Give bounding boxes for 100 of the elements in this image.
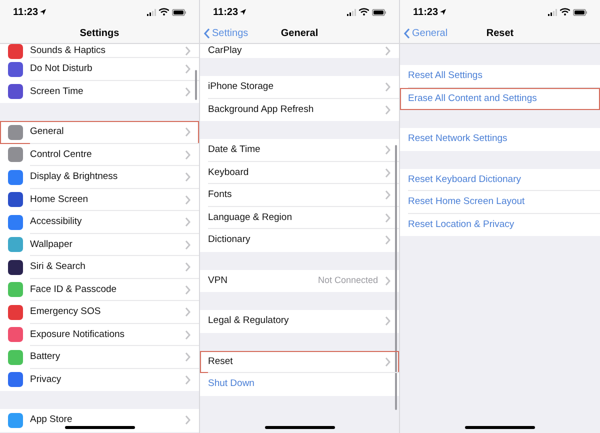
home-indicator	[265, 426, 335, 429]
chevron-icon	[185, 150, 191, 160]
action-row[interactable]: Reset All Settings	[400, 65, 600, 88]
chevron-icon	[185, 172, 191, 182]
settings-row[interactable]: Legal & Regulatory	[200, 310, 399, 332]
battery-icon	[172, 8, 186, 16]
settings-row[interactable]: Sounds & Haptics	[0, 44, 199, 58]
row-label: Shut Down	[208, 377, 256, 392]
row-label: Reset All Settings	[408, 69, 484, 84]
row-label: General	[30, 125, 65, 140]
chevron-icon	[385, 276, 391, 286]
row-label: Reset Keyboard Dictionary	[408, 172, 522, 187]
settings-row[interactable]: Privacy	[0, 368, 199, 391]
status-time: 11:23	[13, 6, 38, 20]
settings-row[interactable]: Battery	[0, 346, 199, 368]
chevron-icon	[385, 235, 391, 246]
chevron-icon	[385, 46, 391, 56]
chevron-icon	[385, 316, 391, 326]
chevron-icon	[385, 145, 391, 156]
location-arrow-icon	[240, 9, 246, 15]
row-label: Sounds & Haptics	[30, 44, 107, 58]
chevron-icon	[185, 284, 191, 295]
home-indicator	[65, 426, 135, 429]
chevron-icon	[385, 190, 391, 200]
wifi-icon	[359, 8, 369, 16]
row-label: Reset Home Screen Layout	[408, 195, 526, 210]
chevron-icon	[185, 307, 191, 318]
row-label: App Store	[30, 413, 74, 428]
row-label: Display & Brightness	[30, 170, 119, 184]
row-label: Siri & Search	[30, 260, 86, 274]
row-label: Keyboard	[208, 166, 250, 180]
settings-row[interactable]: Background App Refresh	[200, 98, 399, 121]
settings-row[interactable]: General	[0, 121, 199, 144]
row-label: Screen Time	[30, 84, 84, 99]
settings-row[interactable]: Siri & Search	[0, 256, 199, 278]
action-row[interactable]: Erase All Content and Settings	[400, 88, 600, 110]
settings-row[interactable]: Control Centre	[0, 144, 199, 166]
settings-row[interactable]: Date & Time	[200, 139, 399, 162]
settings-row[interactable]: Wallpaper	[0, 234, 199, 256]
home-indicator	[465, 426, 535, 429]
chevron-icon	[185, 374, 191, 385]
location-arrow-icon	[40, 9, 46, 15]
settings-row[interactable]: CarPlay	[200, 44, 399, 58]
row-label: Privacy	[30, 372, 62, 387]
chevron-icon	[185, 415, 191, 426]
row-label: Erase All Content and Settings	[408, 92, 538, 106]
row-label: Do Not Disturb	[30, 62, 94, 76]
settings-row[interactable]: Keyboard	[200, 162, 399, 184]
settings-row[interactable]: Display & Brightness	[0, 166, 199, 188]
action-row[interactable]: Reset Location & Privacy	[400, 214, 600, 236]
action-row[interactable]: Reset Network Settings	[400, 128, 600, 150]
back-chevron-icon	[404, 28, 410, 39]
chevron-icon	[185, 64, 191, 74]
settings-row[interactable]: iPhone Storage	[200, 76, 399, 98]
nav-title: Settings	[80, 27, 120, 41]
row-label: Emergency SOS	[30, 305, 102, 320]
settings-row[interactable]: Reset	[200, 350, 399, 373]
signal-icon	[347, 8, 356, 16]
chevron-icon	[185, 240, 191, 250]
settings-row[interactable]: Dictionary	[200, 229, 399, 252]
back-chevron-icon	[204, 28, 210, 39]
chevron-icon	[185, 194, 191, 205]
settings-row[interactable]: Accessibility	[0, 211, 199, 234]
row-label: Dictionary	[208, 233, 252, 248]
settings-row[interactable]: Exposure Notifications	[0, 324, 199, 346]
row-label: iPhone Storage	[208, 80, 274, 94]
row-label: Date & Time	[208, 143, 262, 158]
settings-row[interactable]: Screen Time	[0, 80, 199, 103]
location-arrow-icon	[440, 9, 446, 15]
chevron-icon	[185, 217, 191, 228]
settings-row[interactable]: Emergency SOS	[0, 301, 199, 324]
row-label: CarPlay	[208, 44, 243, 58]
chevron-icon	[385, 168, 391, 178]
chevron-icon	[185, 46, 191, 56]
settings-row[interactable]: VPN Not Connected	[200, 270, 399, 292]
chevron-icon	[185, 86, 191, 97]
row-label: Background App Refresh	[208, 102, 315, 117]
wifi-icon	[159, 8, 169, 16]
signal-icon	[548, 8, 557, 16]
status-time: 11:23	[213, 6, 238, 20]
settings-row[interactable]: Fonts	[200, 184, 399, 206]
action-row[interactable]: Reset Keyboard Dictionary	[400, 168, 600, 191]
row-label: Legal & Regulatory	[208, 314, 290, 328]
row-label: Reset Location & Privacy	[408, 218, 516, 232]
settings-row[interactable]: Face ID & Passcode	[0, 278, 199, 301]
row-label: Reset	[208, 354, 234, 369]
row-label: Exposure Notifications	[30, 328, 126, 342]
signal-icon	[147, 8, 156, 16]
row-label: Home Screen	[30, 192, 90, 207]
chevron-icon	[385, 82, 391, 92]
chevron-icon	[385, 104, 391, 115]
battery-icon	[372, 8, 386, 16]
settings-row[interactable]: Language & Region	[200, 206, 399, 229]
row-label: Control Centre	[30, 148, 93, 162]
action-row[interactable]: Shut Down	[200, 373, 399, 396]
settings-row[interactable]: Do Not Disturb	[0, 58, 199, 80]
settings-row[interactable]: Home Screen	[0, 188, 199, 211]
settings-row[interactable]: App Store	[0, 409, 199, 432]
chevron-icon	[185, 352, 191, 362]
action-row[interactable]: Reset Home Screen Layout	[400, 191, 600, 214]
